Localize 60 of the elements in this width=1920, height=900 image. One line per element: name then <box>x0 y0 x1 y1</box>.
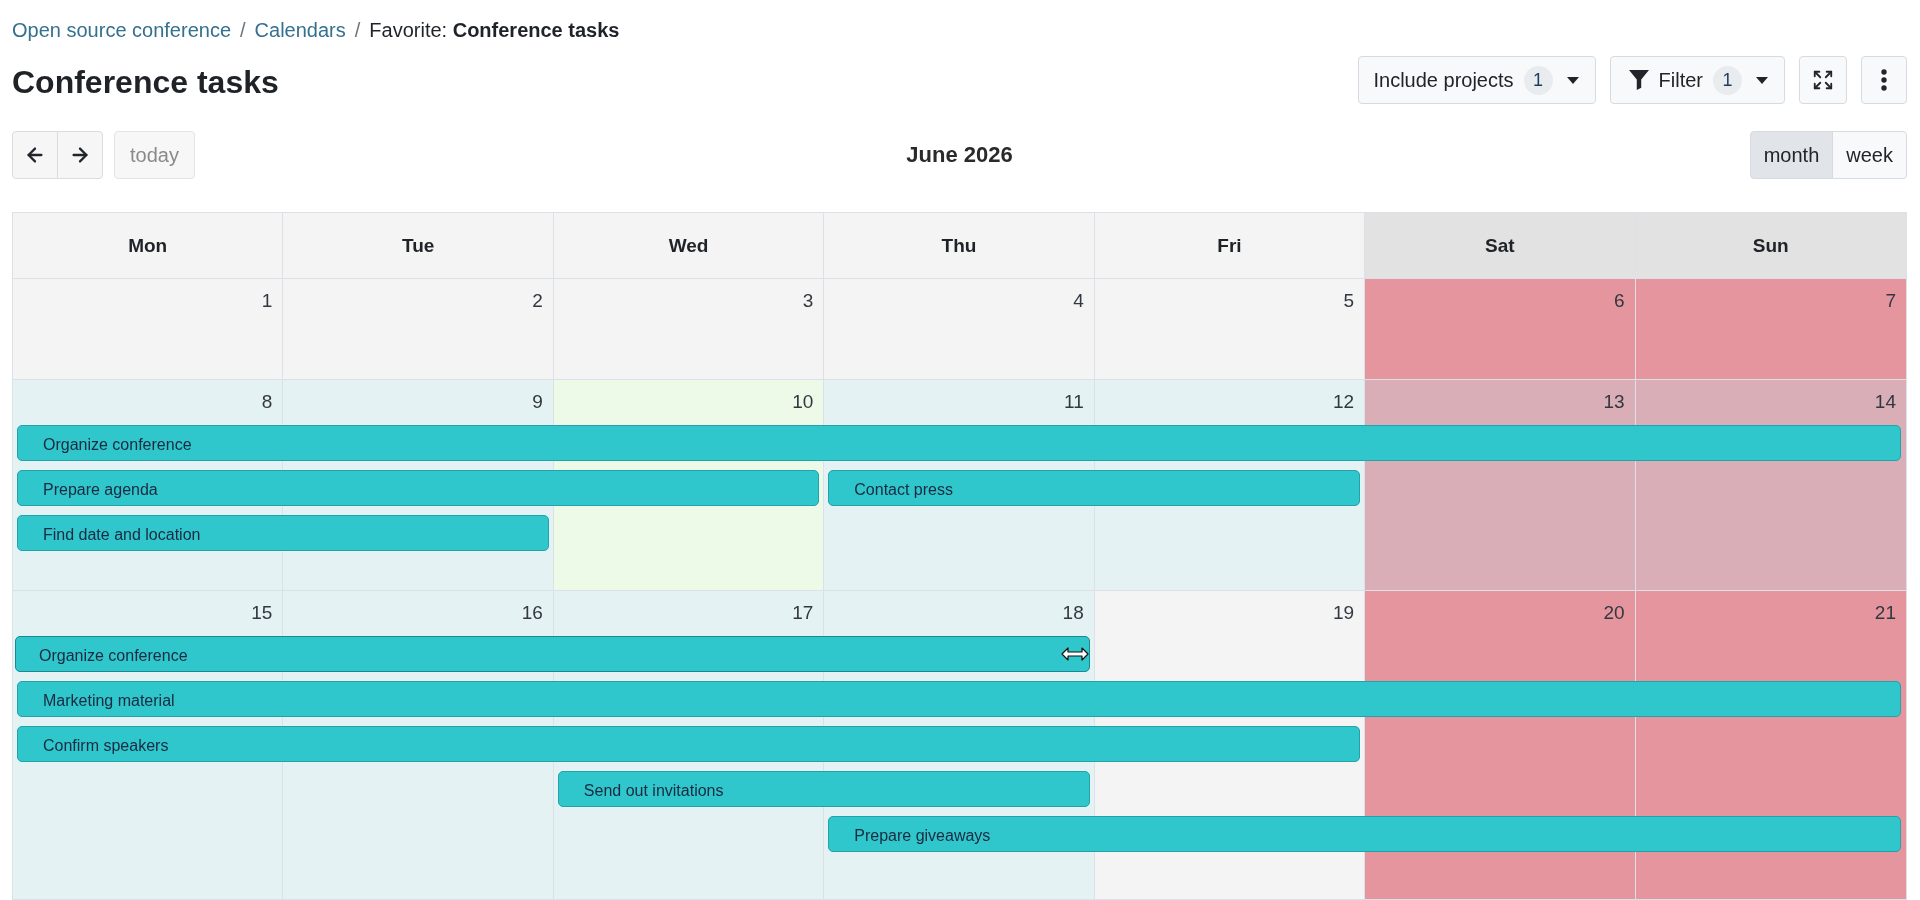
day-number: 4 <box>1073 289 1084 313</box>
filter-button[interactable]: Filter 1 <box>1609 56 1785 104</box>
weekday-header: Thu <box>824 213 1095 279</box>
funnel-icon <box>1628 70 1649 90</box>
day-number: 18 <box>1062 601 1084 625</box>
day-number: 3 <box>802 289 814 313</box>
fullscreen-button[interactable] <box>1799 56 1847 104</box>
view-toggle-button[interactable]: month <box>1749 131 1834 179</box>
day-number: 16 <box>521 601 543 625</box>
more-icon <box>1881 69 1887 91</box>
event-bar[interactable]: Confirm speakers <box>17 726 1361 762</box>
day-number: 19 <box>1333 601 1355 625</box>
caret-icon <box>1756 76 1768 84</box>
weekday-header: Sun <box>1635 213 1906 279</box>
event-bar[interactable]: Organize conference <box>17 425 1901 461</box>
day-number: 20 <box>1603 601 1625 625</box>
day-number: 13 <box>1603 390 1625 414</box>
calendar-title: June 2026 <box>906 142 1013 168</box>
day-number: 10 <box>792 390 814 414</box>
resize-cursor-icon <box>1060 647 1089 661</box>
day-number: 7 <box>1885 289 1896 313</box>
breadcrumb-separator: / <box>354 18 361 43</box>
event-bar[interactable]: Send out invitations <box>557 771 1090 807</box>
event-bar[interactable]: Prepare giveaways <box>828 816 1901 852</box>
day-number: 11 <box>1063 390 1084 414</box>
day-number: 5 <box>1343 289 1355 313</box>
day-number: 21 <box>1874 601 1896 625</box>
expand-icon <box>1812 69 1834 91</box>
view-toggle-button[interactable]: week <box>1832 131 1907 179</box>
event-bar[interactable]: Contact press <box>828 470 1361 506</box>
count-badge: 1 <box>1713 65 1742 95</box>
weekday-header: Tue <box>283 213 554 279</box>
event-bar[interactable]: Prepare agenda <box>17 470 820 506</box>
event-bar[interactable]: Organize conference <box>15 636 1090 672</box>
day-number: 14 <box>1874 390 1896 414</box>
caret-icon <box>1566 76 1579 84</box>
day-number: 1 <box>261 289 273 313</box>
weekday-header: Wed <box>553 213 825 279</box>
include-projects-dropdown[interactable]: Include projects 1 <box>1358 56 1596 104</box>
previous-button[interactable] <box>12 131 58 179</box>
breadcrumb-link[interactable]: Open source conference <box>12 17 232 43</box>
weekday-header: Mon <box>13 213 284 279</box>
day-number: 12 <box>1333 390 1355 414</box>
current-page-label: Favorite: Conference tasks <box>369 18 620 43</box>
event-bar[interactable]: Marketing material <box>17 681 1901 717</box>
day-number: 8 <box>261 390 273 414</box>
day-number: 2 <box>532 289 543 313</box>
weekday-header: Fri <box>1094 213 1366 279</box>
day-number: 9 <box>532 390 543 414</box>
day-number: 15 <box>251 601 273 625</box>
event-bar[interactable]: Find date and location <box>17 515 549 551</box>
count-badge: 1 <box>1523 65 1553 95</box>
page-title: Conference tasks <box>12 63 279 102</box>
weekday-header: Sat <box>1365 213 1636 279</box>
breadcrumb-link[interactable]: Calendars <box>254 17 346 43</box>
breadcrumb-separator: / <box>240 18 246 43</box>
more-button[interactable] <box>1861 56 1907 104</box>
day-number: 6 <box>1614 289 1625 313</box>
next-button[interactable] <box>57 131 103 179</box>
day-number: 17 <box>792 601 814 625</box>
